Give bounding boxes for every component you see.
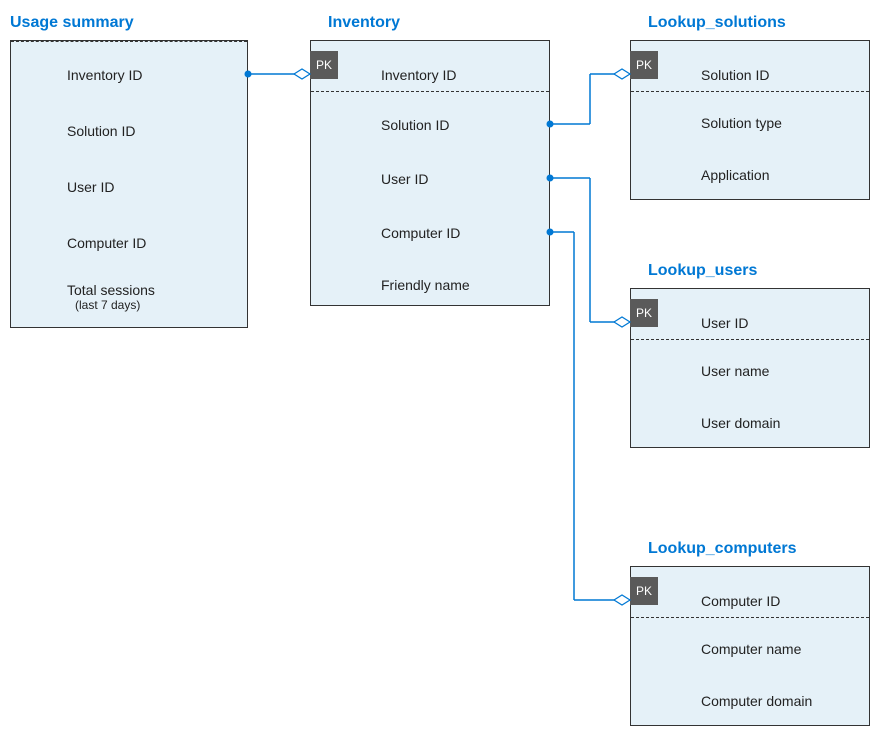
field-computers-computer-domain: Computer domain xyxy=(631,677,869,725)
field-label: Solution ID xyxy=(701,67,769,83)
field-inventory-solution-id: Solution ID xyxy=(311,101,549,149)
field-users-user-name: User name xyxy=(631,347,869,395)
field-solutions-application: Application xyxy=(631,151,869,199)
table-lookup-solutions: PK Solution ID Solution type Application xyxy=(630,40,870,200)
table-title-lookup-computers: Lookup_computers xyxy=(648,540,796,558)
field-label: User ID xyxy=(701,315,748,331)
field-label: Total sessions xyxy=(67,282,155,298)
field-usage-solution-id: Solution ID xyxy=(11,107,247,155)
field-usage-computer-id: Computer ID xyxy=(11,219,247,267)
table-title-usage-summary: Usage summary xyxy=(10,14,134,32)
field-solutions-solution-type: Solution type xyxy=(631,99,869,147)
field-label: Solution type xyxy=(701,115,782,131)
table-lookup-users: PK User ID User name User domain xyxy=(630,288,870,448)
field-label: Solution ID xyxy=(67,123,135,139)
field-label: Computer ID xyxy=(701,593,780,609)
field-label: Friendly name xyxy=(381,277,470,293)
table-title-lookup-users: Lookup_users xyxy=(648,262,757,280)
field-label: Computer ID xyxy=(381,225,460,241)
field-label: User name xyxy=(701,363,769,379)
field-usage-user-id: User ID xyxy=(11,163,247,211)
field-computers-computer-name: Computer name xyxy=(631,625,869,673)
field-inventory-user-id: User ID xyxy=(311,155,549,203)
table-inventory: PK Inventory ID Solution ID User ID Comp… xyxy=(310,40,550,306)
table-title-lookup-solutions: Lookup_solutions xyxy=(648,14,786,32)
field-usage-total-sessions: Total sessions (last 7 days) xyxy=(11,273,247,321)
field-usage-inventory-id: Inventory ID xyxy=(11,51,247,99)
table-title-inventory: Inventory xyxy=(328,14,400,32)
field-inventory-friendly-name: Friendly name xyxy=(311,261,549,309)
field-sublabel: (last 7 days) xyxy=(75,298,140,312)
field-label: User ID xyxy=(381,171,428,187)
field-label: Computer ID xyxy=(67,235,146,251)
table-usage-summary: Inventory ID Solution ID User ID Compute… xyxy=(10,40,248,328)
table-lookup-computers: PK Computer ID Computer name Computer do… xyxy=(630,566,870,726)
field-label: Solution ID xyxy=(381,117,449,133)
field-users-user-domain: User domain xyxy=(631,399,869,447)
field-inventory-computer-id: Computer ID xyxy=(311,209,549,257)
field-label: Inventory ID xyxy=(67,67,142,83)
field-label: User domain xyxy=(701,415,780,431)
field-label: Inventory ID xyxy=(381,67,456,83)
field-label: Computer name xyxy=(701,641,801,657)
field-label: Computer domain xyxy=(701,693,812,709)
field-label: User ID xyxy=(67,179,114,195)
field-label: Application xyxy=(701,167,770,183)
